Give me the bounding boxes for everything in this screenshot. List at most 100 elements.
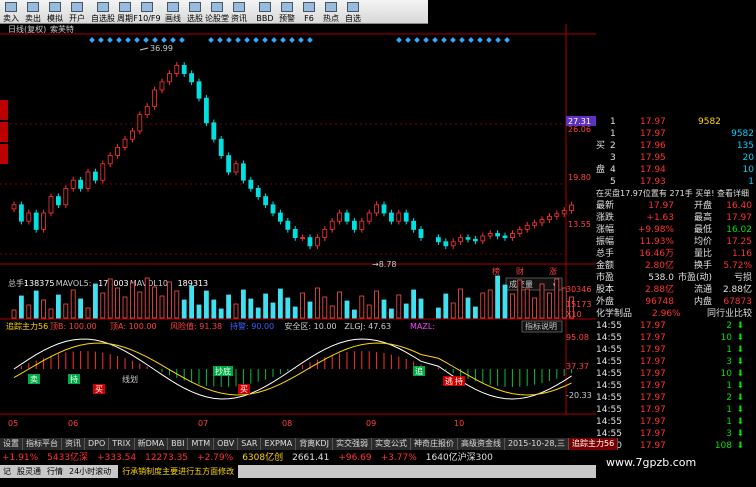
left-tab-1[interactable]	[0, 100, 8, 120]
status-item[interactable]: 24小时滚动	[66, 465, 114, 478]
candle-body	[218, 138, 224, 156]
indicator-tab[interactable]: BBI	[168, 438, 189, 450]
toolbar-button-label: F6	[304, 14, 314, 23]
indicator-tab[interactable]: 实交强弱	[332, 438, 372, 450]
candle-body	[569, 204, 574, 211]
candle-body	[233, 163, 239, 173]
toolbar-button-sell[interactable]: 卖出	[22, 0, 44, 24]
toolbar-button-buy[interactable]: 卖入	[0, 0, 22, 24]
toolbar: 卖入 卖出 模拟 开户 自选股 周期 F10/F9 画线 选股 论股堂 资讯 BBD 预警 F6 热点 自选	[0, 0, 428, 24]
stat-value: 96748	[645, 297, 674, 307]
kline-chart-area[interactable]: 日线(复权) 索芙特 36.99 →8.78 27.31 26.06 19.80 13.55 榜…	[0, 24, 596, 438]
draw-icon	[167, 2, 179, 12]
volume-bar	[107, 278, 113, 319]
toolbar-button-news[interactable]: 资讯	[228, 0, 250, 24]
indicator-tab[interactable]: 高级资金线	[457, 438, 505, 450]
toolbar-button-watchlist[interactable]: 自选股	[91, 0, 115, 24]
volume-bar	[211, 299, 217, 319]
indicator-tab[interactable]: 指标平台	[23, 438, 62, 450]
toolbar-button-label: 画线	[165, 14, 181, 23]
indicator-tab[interactable]: 实变公式	[371, 438, 411, 450]
indicator-tab[interactable]: TRIX	[109, 438, 135, 450]
toolbar-button-account[interactable]: 开户	[66, 0, 88, 24]
news-scroller[interactable]: 行承销制度主要进行五方面修改	[118, 465, 239, 478]
tick-price: 17.97	[640, 429, 666, 439]
toolbar-button-bbd[interactable]: BBD	[254, 0, 276, 24]
indicator-tab[interactable]: 新DMA	[134, 438, 169, 450]
tick-volume: 10	[720, 333, 732, 343]
candle-body	[240, 163, 246, 181]
tick-time: 14:55	[596, 393, 622, 403]
x-axis-label: 05	[8, 419, 18, 428]
tick-row: 14:55 17.97 2 ⬇	[596, 392, 756, 404]
stat-label: 换手	[693, 261, 712, 271]
bid-row: 5 17.93 1	[596, 176, 756, 188]
status-item[interactable]: 行情	[44, 465, 66, 478]
candle-body	[307, 237, 313, 247]
candle-body	[418, 228, 424, 238]
x-axis-label: 07	[198, 419, 208, 428]
bid-price: 17.97	[640, 129, 666, 139]
alert-icon	[281, 2, 293, 12]
volume-bar	[240, 289, 246, 319]
stat-row: 金额 2.80亿 换手 5.72%	[596, 260, 756, 272]
toolbar-button-hot[interactable]: 热点	[320, 0, 342, 24]
event-marker-icon	[152, 37, 158, 43]
indicator-tab[interactable]: EXPMA	[261, 438, 297, 450]
volume-bar	[48, 308, 54, 319]
f10-icon	[141, 2, 153, 12]
toolbar-button-draw[interactable]: 画线	[162, 0, 184, 24]
order-notice[interactable]: 在买盘17.97位置有 271手 买单! 查看详细	[596, 188, 756, 200]
indicator-tab[interactable]: 追踪主力56	[569, 438, 619, 450]
candle-body	[78, 179, 83, 189]
volume-bar	[450, 302, 456, 319]
status-item[interactable]: 股灵通	[14, 465, 44, 478]
event-marker-icon	[161, 37, 167, 43]
indicator-tab[interactable]: OBV	[214, 438, 239, 450]
status-item[interactable]: 记	[0, 465, 14, 478]
volume-bar	[411, 289, 417, 319]
candle-body	[144, 106, 150, 116]
stat-value: +1.63	[646, 213, 674, 223]
volume-bar	[381, 299, 387, 319]
indicator-tab[interactable]: DPO	[85, 438, 110, 450]
volume-bar	[18, 295, 24, 319]
signal-label: 买	[95, 385, 103, 394]
indicator-tab[interactable]: MTM	[188, 438, 215, 450]
indicator-tab[interactable]: 背离KDJ	[296, 438, 333, 450]
volume-bar	[480, 292, 486, 319]
indicator-value: MAZL:	[410, 322, 435, 331]
left-tab-3[interactable]	[0, 144, 8, 164]
indicator-tab[interactable]: 2015-10-28,三	[504, 438, 569, 450]
left-tab-2[interactable]	[0, 122, 8, 142]
indicator-tab[interactable]: 资讯	[62, 438, 85, 450]
bid-side-label: 买	[596, 141, 606, 151]
arrow-down-icon: ⬇	[736, 357, 744, 367]
toolbar-button-f10[interactable]: F10/F9	[133, 0, 161, 24]
volume-bar	[129, 282, 135, 319]
volume-bar	[472, 306, 478, 319]
indicator-tab[interactable]: 神奇庄报价	[410, 438, 458, 450]
indicator-tab[interactable]: SAR	[238, 438, 262, 450]
toolbar-button-f6[interactable]: F6	[298, 0, 320, 24]
toolbar-button-alert[interactable]: 预警	[276, 0, 298, 24]
toolbar-button-forum[interactable]: 论股堂	[205, 0, 229, 24]
candle-body	[435, 237, 441, 243]
toolbar-button-select[interactable]: 选股	[184, 0, 206, 24]
toolbar-button-simulate[interactable]: 模拟	[44, 0, 66, 24]
toolbar-button-custom[interactable]: 自选	[342, 0, 364, 24]
volume-bar	[292, 306, 298, 319]
indicator-tab[interactable]: 设置	[0, 438, 23, 450]
candle-body	[181, 65, 187, 75]
volume-bar	[458, 288, 464, 319]
tick-price: 17.97	[640, 369, 666, 379]
indicator-value: ZLGJ: 47.63	[344, 322, 391, 331]
candle-body	[48, 196, 54, 214]
tick-row: 14:55 17.97 10 ⬇	[596, 368, 756, 380]
stat-label: 市盈(动)	[677, 273, 712, 283]
volume-bar	[285, 297, 291, 319]
industry-compare-link[interactable]: 同行业比较	[700, 308, 752, 320]
indicator-help-label: 指标说明	[525, 321, 557, 331]
quote-panel: 1 17.97 9582 1 17.97 9582 买 2 17.96 135 3 17.95 20 盘 4…	[596, 116, 756, 451]
indicator-axis-label: 37.37	[566, 362, 589, 371]
